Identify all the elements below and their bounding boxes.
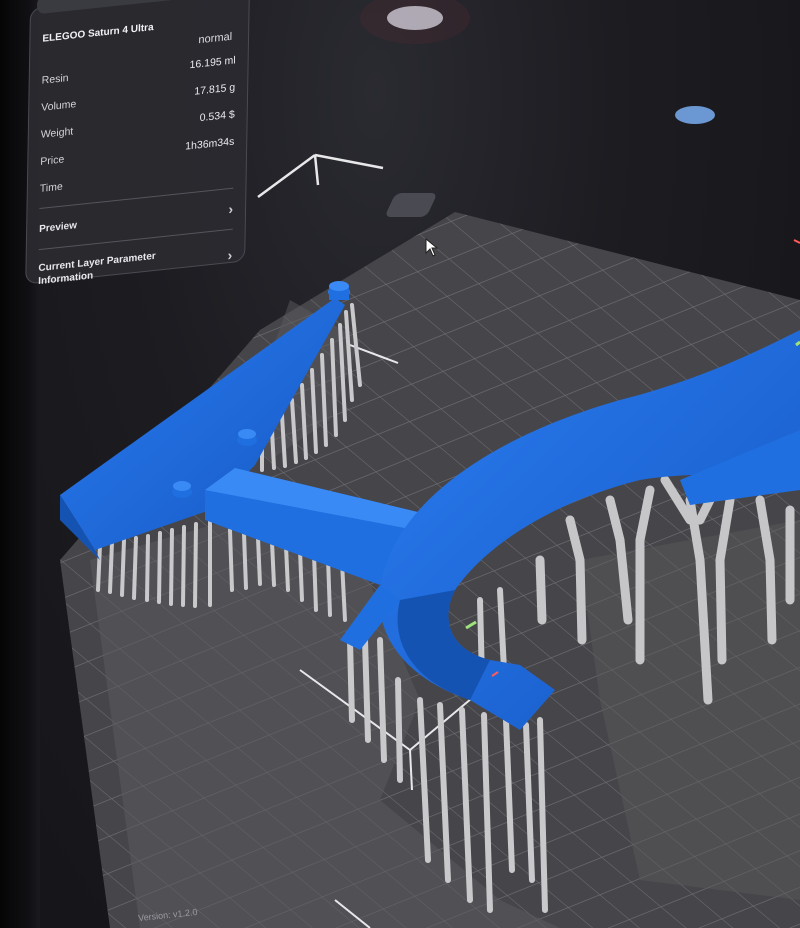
stat-label: Resin bbox=[41, 71, 69, 87]
stat-label: Price bbox=[40, 152, 65, 168]
mouse-pointer-icon bbox=[425, 238, 439, 257]
stat-value: 17.815 g bbox=[194, 80, 236, 98]
chevron-right-icon: › bbox=[228, 200, 234, 218]
panel-header-button[interactable] bbox=[36, 0, 238, 15]
stat-value: 1h36m34s bbox=[185, 134, 235, 153]
preview-label: Preview bbox=[39, 219, 78, 235]
print-info-panel: ELEGOO Saturn 4 Ultra normal Resin 16.19… bbox=[25, 0, 250, 288]
preview-menu-item[interactable]: Preview › bbox=[39, 195, 233, 243]
stat-label: Time bbox=[39, 180, 63, 195]
stat-value: 0.534 $ bbox=[199, 107, 235, 124]
chevron-right-icon: › bbox=[227, 246, 233, 264]
layer-info-label: Current Layer Parameter Information bbox=[38, 250, 156, 288]
stat-value: 16.195 ml bbox=[189, 53, 236, 71]
stat-label: Volume bbox=[41, 97, 77, 114]
light-reflection-2 bbox=[675, 106, 715, 124]
axis-gizmo-icon bbox=[257, 153, 384, 199]
layer-info-line1: Current Layer Parameter bbox=[38, 250, 156, 275]
stat-label: Weight bbox=[40, 124, 74, 141]
